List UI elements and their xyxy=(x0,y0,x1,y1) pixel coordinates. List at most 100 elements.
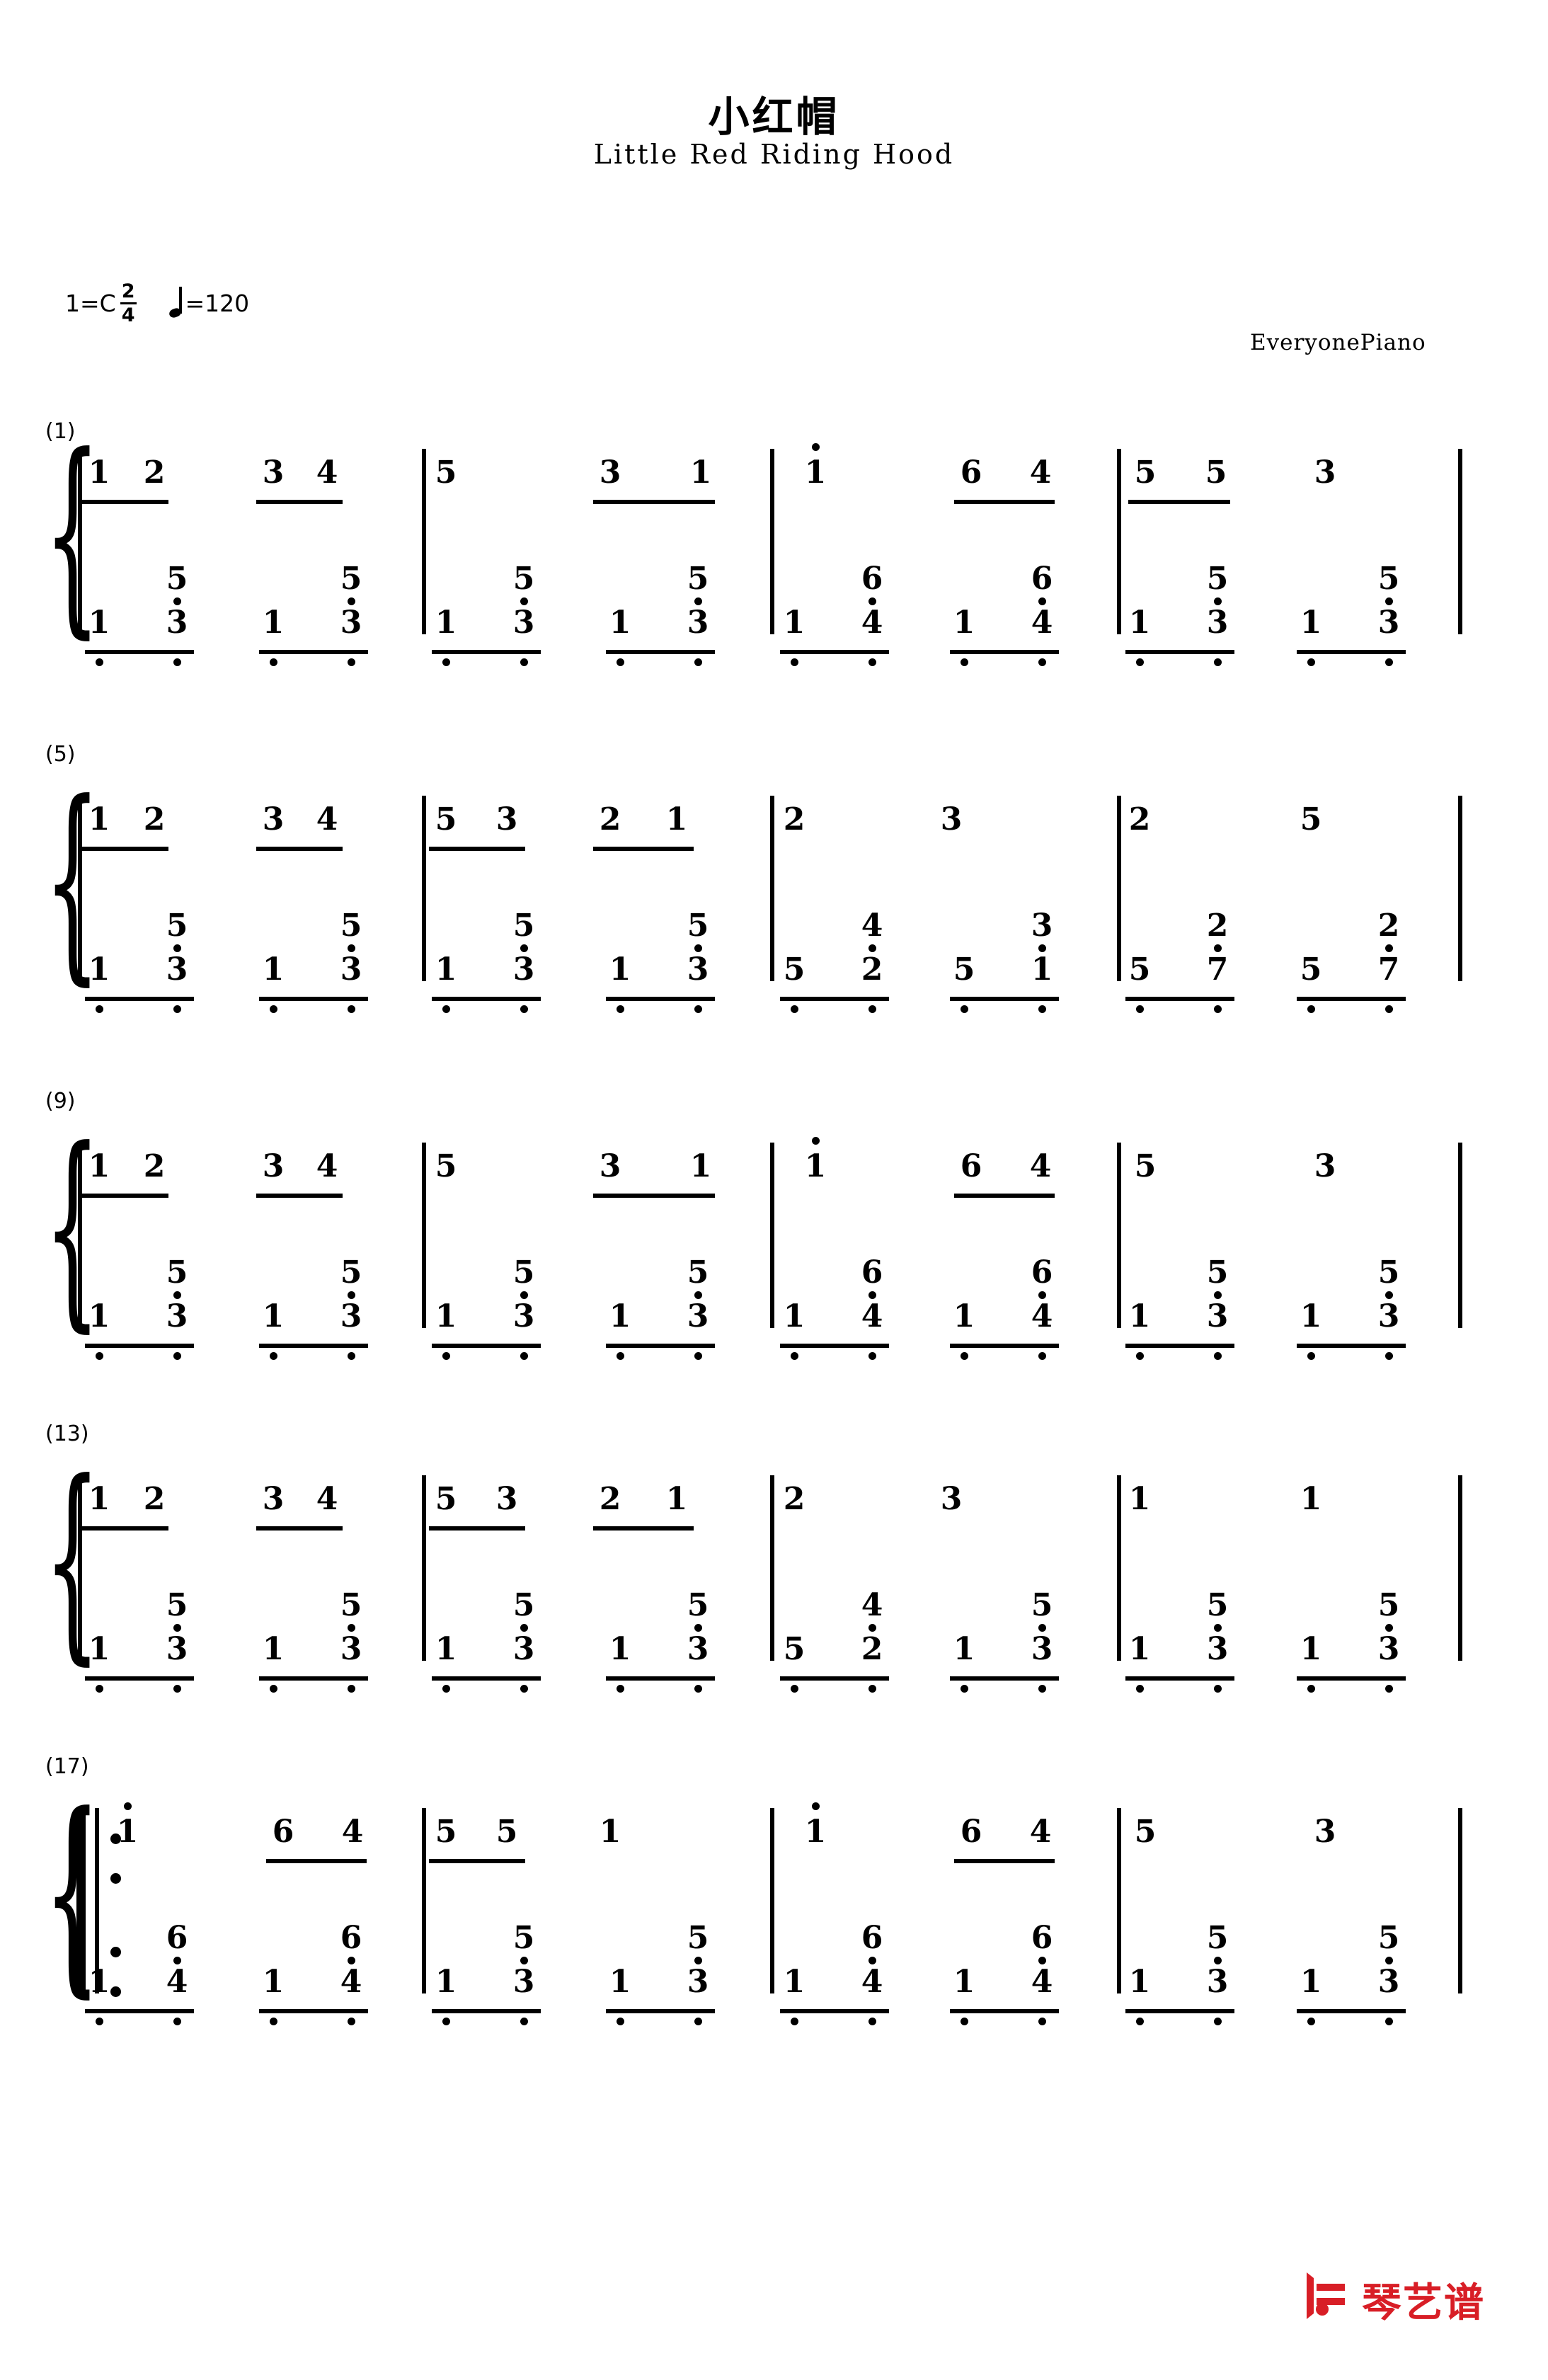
melody-note: 1 xyxy=(1128,1481,1151,1517)
octave-down-dot xyxy=(173,2018,181,2025)
bass-note: 1 xyxy=(262,605,285,641)
bass-note: 5 xyxy=(953,951,975,988)
bass-note: 1 xyxy=(783,1298,805,1334)
octave-down-dot xyxy=(868,1352,876,1360)
bass-note: 1 xyxy=(435,1964,457,2000)
octave-down-dot xyxy=(1385,1291,1393,1299)
beam xyxy=(606,2009,715,2013)
bass-note-upper: 5 xyxy=(512,1587,535,1623)
octave-down-dot xyxy=(1038,1624,1046,1632)
octave-down-dot xyxy=(868,1291,876,1299)
octave-down-dot xyxy=(520,1352,528,1360)
bass-note: 3 xyxy=(512,1298,535,1334)
bass-note-upper: 5 xyxy=(340,1254,362,1291)
melody-note: 3 xyxy=(599,454,621,491)
octave-down-dot xyxy=(1214,658,1222,666)
octave-down-dot xyxy=(694,1005,702,1013)
melody-note: 5 xyxy=(435,1148,457,1184)
bass-note-upper: 5 xyxy=(1206,1254,1229,1291)
beam xyxy=(780,1676,889,1681)
octave-down-dot xyxy=(791,658,798,666)
melody-note: 5 xyxy=(435,454,457,491)
bass-note-upper: 5 xyxy=(687,908,709,944)
octave-down-dot xyxy=(868,2018,876,2025)
octave-down-dot xyxy=(868,658,876,666)
barline xyxy=(1458,796,1462,981)
bass-note: 1 xyxy=(435,951,457,988)
octave-down-dot xyxy=(442,2018,450,2025)
melody-note: 4 xyxy=(1029,454,1052,491)
octave-down-dot xyxy=(1214,597,1222,605)
melody-note: 1 xyxy=(88,1481,110,1517)
melody-note: 2 xyxy=(783,1481,805,1517)
octave-down-dot xyxy=(1038,944,1046,952)
octave-down-dot xyxy=(1385,658,1393,666)
beam xyxy=(85,650,194,654)
melody-note: 4 xyxy=(316,1148,338,1184)
bass-note: 3 xyxy=(1206,1298,1229,1334)
bass-note: 2 xyxy=(861,951,883,988)
beam xyxy=(950,650,1059,654)
beam xyxy=(780,650,889,654)
barline xyxy=(422,449,426,634)
melody-note: 5 xyxy=(1134,454,1157,491)
melody-note: 4 xyxy=(1029,1814,1052,1850)
bass-note: 1 xyxy=(262,951,285,988)
melody-note: 3 xyxy=(940,801,963,837)
tempo-marking: =120 xyxy=(167,286,249,319)
bass-note-upper: 5 xyxy=(687,1920,709,1956)
melody-note: 3 xyxy=(1314,454,1336,491)
bass-note: 1 xyxy=(609,605,631,641)
octave-down-dot xyxy=(348,597,355,605)
melody-note: 4 xyxy=(316,1481,338,1517)
page-title-english: Little Red Riding Hood xyxy=(593,139,955,170)
bass-note: 3 xyxy=(166,605,188,641)
barline xyxy=(1117,796,1121,981)
octave-down-dot xyxy=(961,2018,968,2025)
octave-down-dot xyxy=(694,2018,702,2025)
melody-note: 5 xyxy=(435,1481,457,1517)
bass-note: 1 xyxy=(88,1631,110,1667)
octave-down-dot xyxy=(617,658,624,666)
beam xyxy=(593,1194,715,1198)
bass-note: 3 xyxy=(687,951,709,988)
time-signature-denominator: 4 xyxy=(121,304,135,326)
bass-note: 3 xyxy=(512,605,535,641)
beam xyxy=(950,1676,1059,1681)
bass-note: 4 xyxy=(1031,1298,1053,1334)
octave-down-dot xyxy=(173,658,181,666)
melody-note: 3 xyxy=(262,801,285,837)
octave-down-dot xyxy=(1385,1005,1393,1013)
bass-note-upper: 5 xyxy=(166,1587,188,1623)
bass-note: 5 xyxy=(1300,951,1322,988)
octave-down-dot xyxy=(617,1352,624,1360)
bass-note-upper: 6 xyxy=(861,1920,883,1956)
bass-note: 1 xyxy=(1128,1964,1151,2000)
melody-note: 4 xyxy=(316,454,338,491)
beam xyxy=(1128,500,1230,504)
bass-note-upper: 6 xyxy=(166,1920,188,1956)
repeat-thick-barline xyxy=(76,1808,86,1993)
barline xyxy=(78,1475,82,1661)
melody-note: 6 xyxy=(960,454,982,491)
bass-note: 5 xyxy=(783,1631,805,1667)
staff-system-5: (17) { 164551164531461461351351461461351… xyxy=(0,1754,1548,2025)
site-logo[interactable]: 琴艺谱 xyxy=(1301,2265,1513,2328)
beam xyxy=(950,2009,1059,2013)
bass-note: 1 xyxy=(1031,951,1053,988)
beam xyxy=(266,1859,367,1863)
bass-note: 4 xyxy=(1031,1964,1053,2000)
octave-down-dot xyxy=(617,1685,624,1693)
bass-note: 3 xyxy=(1206,1631,1229,1667)
octave-down-dot xyxy=(1214,1957,1222,1964)
beam xyxy=(256,500,343,504)
melody-note: 1 xyxy=(804,1148,827,1184)
beam xyxy=(1297,650,1406,654)
bass-note-upper: 5 xyxy=(687,561,709,597)
bass-note: 1 xyxy=(609,1298,631,1334)
octave-down-dot xyxy=(1385,1352,1393,1360)
beam xyxy=(950,997,1059,1001)
octave-down-dot xyxy=(270,658,277,666)
bass-note: 1 xyxy=(609,1964,631,2000)
octave-down-dot xyxy=(868,1624,876,1632)
